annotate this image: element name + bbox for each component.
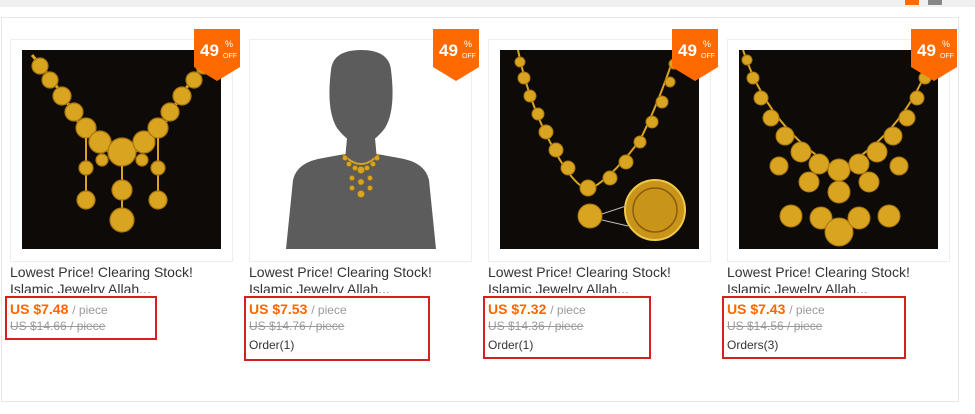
product-image-mannequin [261, 50, 460, 249]
product-title[interactable]: Lowest Price! Clearing Stock! Islamic Je… [488, 264, 711, 293]
product-title[interactable]: Lowest Price! Clearing Stock! Islamic Je… [249, 264, 472, 293]
product-title-line-2[interactable]: Islamic Jewelry Allah... [249, 281, 472, 293]
product-image-coin-necklace [22, 50, 221, 249]
discount-percent: 49 [678, 41, 697, 60]
view-toggle-active[interactable] [905, 0, 919, 5]
product-title-line-1[interactable]: Lowest Price! Clearing Stock! [249, 264, 472, 281]
product-title-line-2[interactable]: Islamic Jewelry Allah... [10, 281, 233, 293]
product-image-coin-bib-necklace [739, 50, 938, 249]
product-image-coin-pendant [500, 50, 699, 249]
discount-percent: 49 [917, 41, 936, 60]
discount-badge: 49 % OFF [433, 29, 479, 81]
discount-percent-symbol: % [225, 39, 233, 49]
discount-badge: 49 % OFF [194, 29, 240, 81]
discount-off-label: OFF [940, 53, 954, 60]
view-toggle-inactive[interactable] [928, 0, 942, 5]
top-strip [0, 0, 975, 7]
product-panel: 49 % OFF Lowest Price! Clearing Stock! I… [1, 17, 959, 402]
product-title-line-1[interactable]: Lowest Price! Clearing Stock! [10, 264, 233, 281]
discount-badge: 49 % OFF [672, 29, 718, 81]
product-title[interactable]: Lowest Price! Clearing Stock! Islamic Je… [727, 264, 950, 293]
discount-badge: 49 % OFF [911, 29, 957, 81]
price-highlight-box [483, 296, 651, 359]
price-highlight-box [244, 296, 430, 361]
product-title-line-2[interactable]: Islamic Jewelry Allah... [488, 281, 711, 293]
product-title[interactable]: Lowest Price! Clearing Stock! Islamic Je… [10, 264, 233, 293]
product-title-line-2[interactable]: Islamic Jewelry Allah... [727, 281, 950, 293]
product-card[interactable]: 49 % OFF Lowest Price! Clearing Stock! I… [10, 29, 240, 399]
price-highlight-box [5, 296, 157, 340]
discount-percent-symbol: % [464, 39, 472, 49]
discount-percent-symbol: % [703, 39, 711, 49]
price-highlight-box [722, 296, 906, 359]
discount-percent-symbol: % [942, 39, 950, 49]
discount-off-label: OFF [223, 53, 237, 60]
product-title-line-1[interactable]: Lowest Price! Clearing Stock! [727, 264, 950, 281]
discount-percent: 49 [200, 41, 219, 60]
discount-percent: 49 [439, 41, 458, 60]
discount-off-label: OFF [462, 53, 476, 60]
discount-off-label: OFF [701, 53, 715, 60]
product-title-line-1[interactable]: Lowest Price! Clearing Stock! [488, 264, 711, 281]
